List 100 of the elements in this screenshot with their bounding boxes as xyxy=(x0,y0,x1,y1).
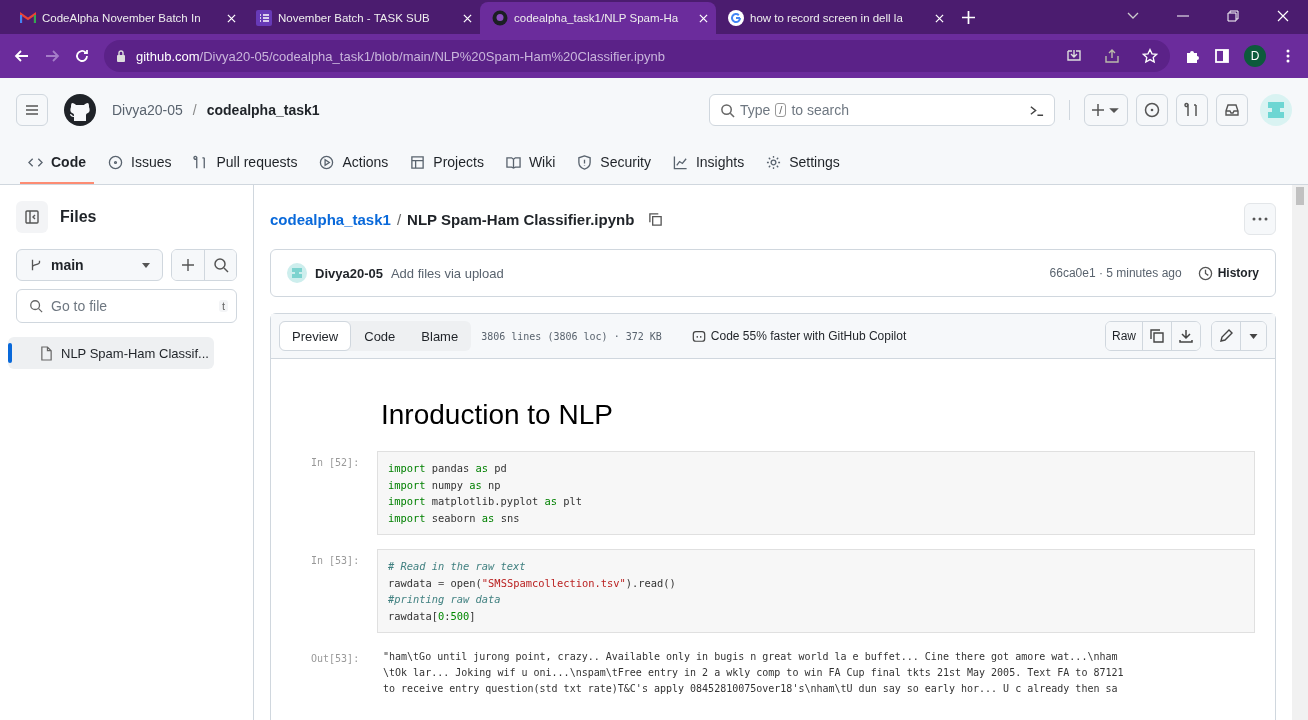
commit-message[interactable]: Add files via upload xyxy=(390,265,504,281)
side-panel-icon[interactable] xyxy=(1214,48,1230,64)
output-line: to receive entry question(std txt rate)T&C's apply 08452810075over18's\nham\tU dun say so early hor... U c already then sa xyxy=(383,682,1119,696)
create-new-button[interactable] xyxy=(1084,94,1128,126)
close-window-icon[interactable] xyxy=(1277,10,1289,22)
search-icon xyxy=(720,102,735,118)
repo-nav-tab[interactable]: Settings xyxy=(758,142,848,184)
files-title: Files xyxy=(60,208,97,226)
repo-link[interactable]: codealpha_task1 xyxy=(270,210,391,228)
keyboard-key: / xyxy=(775,103,787,117)
lock-icon xyxy=(116,50,126,62)
pull-requests-button[interactable] xyxy=(1176,94,1208,126)
file-tree-item[interactable]: NLP Spam-Ham Classif... xyxy=(8,337,214,369)
view-tab[interactable]: Blame xyxy=(408,321,472,351)
share-icon[interactable] xyxy=(1104,48,1120,64)
browser-tab[interactable]: CodeAlpha November Batch In xyxy=(8,2,244,34)
reload-icon[interactable] xyxy=(74,48,90,64)
repo-nav-tab[interactable]: Projects xyxy=(402,142,492,184)
star-icon[interactable] xyxy=(1142,48,1158,64)
view-tab[interactable]: Code xyxy=(351,321,409,351)
cell-prompt: In [52]: xyxy=(311,456,361,470)
browser-tab[interactable]: codealpha_task1/NLP Spam-Ha xyxy=(480,2,716,34)
search-field[interactable]: Type / to search xyxy=(709,94,1055,126)
code-line: #printing raw data xyxy=(388,592,502,607)
search-placeholder: Type xyxy=(740,102,771,118)
new-tab-icon[interactable] xyxy=(962,11,975,24)
file-stats: 3806 lines (3806 loc) · 372 KB xyxy=(481,330,662,342)
owner-link[interactable]: Divya20-05 xyxy=(112,102,183,118)
close-icon[interactable] xyxy=(463,13,472,23)
repo-link[interactable]: codealpha_task1 xyxy=(206,102,320,118)
close-icon[interactable] xyxy=(699,13,708,23)
install-icon[interactable] xyxy=(1066,48,1082,64)
issue-icon xyxy=(108,154,123,170)
menu-button[interactable] xyxy=(16,94,48,126)
search-placeholder: to search xyxy=(791,102,849,118)
copy-raw-button[interactable] xyxy=(1142,322,1171,350)
search-button[interactable] xyxy=(204,250,236,280)
repo-nav-tab[interactable]: Security xyxy=(569,142,659,184)
puzzle-icon[interactable] xyxy=(1184,48,1200,64)
github-logo-icon[interactable] xyxy=(64,94,96,126)
back-icon[interactable] xyxy=(14,48,30,64)
tab-title: how to record screen in dell la xyxy=(750,12,904,24)
copy-icon[interactable] xyxy=(648,211,664,227)
plus-icon xyxy=(180,257,196,273)
code-line: rawdata[0:500] xyxy=(388,608,477,624)
tab-title: CodeAlpha November Batch In xyxy=(42,12,202,24)
scrollbar-thumb[interactable] xyxy=(1296,187,1304,205)
mail-icon xyxy=(20,10,36,26)
edit-options-button[interactable] xyxy=(1240,322,1266,350)
gear-icon xyxy=(766,154,782,170)
caret-icon xyxy=(142,262,150,268)
ellipsis-icon xyxy=(1252,217,1268,221)
inbox-button[interactable] xyxy=(1216,94,1248,126)
book-icon xyxy=(505,154,521,170)
issues-button[interactable] xyxy=(1136,94,1168,126)
copy-icon xyxy=(1149,328,1165,344)
repo-nav-tab[interactable]: Issues xyxy=(100,142,180,184)
forward-icon[interactable] xyxy=(44,48,60,64)
pull-request-icon xyxy=(1184,102,1200,118)
branch-selector[interactable]: main xyxy=(16,249,163,281)
go-to-file-field[interactable]: Go to file t xyxy=(16,289,237,323)
edit-button[interactable] xyxy=(1212,322,1240,350)
output-line: \tOk lar... Joking wif u oni...\nspam\tFree entry in 2 a wkly comp to win FA Cup final tkts 21st May 2005. Text FA to 87121 xyxy=(383,666,1125,680)
commit-info: 66ca0e1 · 5 minutes ago xyxy=(1049,266,1182,280)
profile-avatar[interactable]: D xyxy=(1244,45,1266,67)
code-line: import pandas as pd xyxy=(388,461,508,476)
shield-icon xyxy=(577,154,593,170)
graph-icon xyxy=(672,154,688,170)
browser-tab[interactable]: how to record screen in dell la xyxy=(716,2,952,34)
repo-nav-tab[interactable]: Pull requests xyxy=(185,142,306,184)
repo-nav-tab[interactable]: Actions xyxy=(311,142,397,184)
raw-button[interactable]: Raw xyxy=(1106,322,1142,350)
url-text: github.com/Divya20-05/codealpha_task1/blob/main/NLP%20Spam-Ham%20Classifier.ipynb xyxy=(136,48,665,64)
output-line: "ham\tGo until jurong point, crazy.. Available only in bugis n great world la e buffet... Cine there got amore wat...\nham xyxy=(383,650,1119,664)
table-icon xyxy=(410,154,426,170)
browser-tab[interactable]: November Batch - TASK SUB xyxy=(244,2,480,34)
repo-nav-tab[interactable]: Wiki xyxy=(497,142,564,184)
close-icon[interactable] xyxy=(935,13,944,23)
issue-icon xyxy=(1144,102,1160,118)
notebook-heading: Inroduction to NLP xyxy=(381,399,614,431)
list-icon xyxy=(256,10,272,26)
pencil-icon xyxy=(1218,328,1234,344)
repo-nav-tab[interactable]: Insights xyxy=(664,142,753,184)
keyboard-key: t xyxy=(218,300,228,312)
file-name: NLP Spam-Ham Classifier.ipynb xyxy=(407,210,635,228)
cell-prompt: Out[53]: xyxy=(311,652,361,666)
add-file-button[interactable] xyxy=(172,250,204,280)
download-button[interactable] xyxy=(1171,322,1200,350)
commit-author[interactable]: Divya20-05 xyxy=(315,265,383,281)
history-button[interactable]: History xyxy=(1197,265,1259,281)
collapse-sidebar-button[interactable] xyxy=(16,201,48,233)
copilot-link[interactable]: Code 55% faster with GitHub Copilot xyxy=(691,329,907,343)
repo-nav-tab[interactable]: Code xyxy=(20,142,94,184)
close-icon[interactable] xyxy=(227,13,236,23)
sidebar-icon xyxy=(24,209,40,225)
tab-title: codealpha_task1/NLP Spam-Ha xyxy=(514,12,680,24)
view-tab[interactable]: Preview xyxy=(279,321,352,351)
download-icon xyxy=(1178,328,1194,344)
address-bar[interactable]: github.com/Divya20-05/codealpha_task1/blob/main/NLP%20Spam-Ham%20Classifier.ipynb xyxy=(104,40,1170,72)
restore-icon[interactable] xyxy=(1227,10,1239,22)
